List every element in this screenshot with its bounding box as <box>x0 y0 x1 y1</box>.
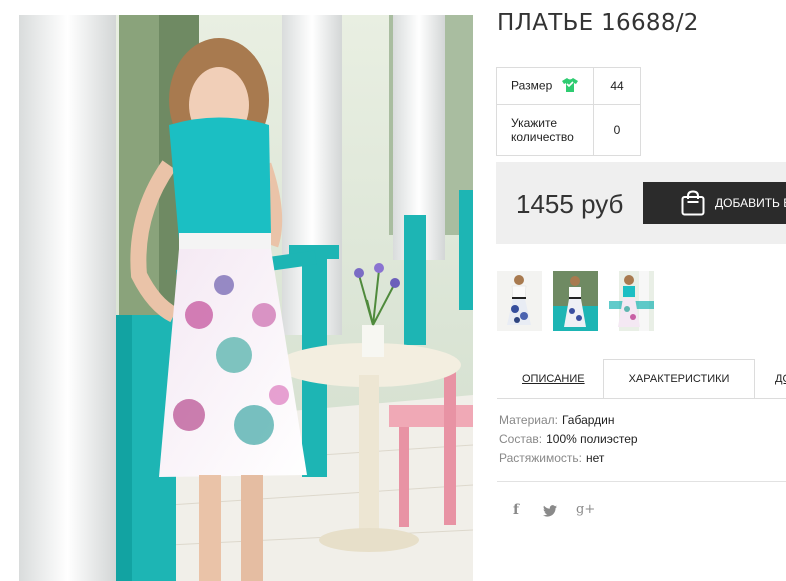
google-plus-icon[interactable]: g+ <box>576 502 595 517</box>
tab-description[interactable]: ОПИСАНИЕ <box>522 360 585 398</box>
spec-value: нет <box>586 451 605 465</box>
spec-row-material: Материал: Габардин <box>499 413 638 432</box>
spec-value: Габардин <box>561 413 615 427</box>
size-label: Размер <box>511 78 553 93</box>
product-title: ПЛАТЬЕ 16688/2 <box>497 10 699 36</box>
thumbnail-1[interactable] <box>497 271 542 331</box>
characteristics-list: Материал: Габардин Состав: 100% полиэстер … <box>499 413 638 470</box>
facebook-icon[interactable]: f <box>513 502 519 518</box>
main-product-image[interactable] <box>19 15 473 581</box>
spec-key: Растяжимость: <box>499 451 583 465</box>
thumbnail-2[interactable] <box>553 271 598 331</box>
price-amount: 1455 руб <box>516 189 624 219</box>
size-row: Размер 44 <box>496 67 641 105</box>
spec-value: 100% полиэстер <box>546 432 638 446</box>
thumbnail-3[interactable] <box>609 271 654 331</box>
tab-characteristics[interactable]: ХАРАКТЕРИСТИКИ <box>603 359 755 399</box>
price-box: 1455 руб ДОБАВИТЬ В КОРЗИНУ <box>496 162 786 244</box>
shopping-bag-icon <box>681 190 705 219</box>
add-to-cart-label: ДОБАВИТЬ В КОРЗИНУ <box>715 196 786 210</box>
size-cell: Размер <box>496 67 594 105</box>
size-value[interactable]: 44 <box>593 67 641 105</box>
spec-key: Материал: <box>499 413 558 427</box>
twitter-icon[interactable] <box>543 504 557 520</box>
quantity-value[interactable]: 0 <box>593 104 641 156</box>
quantity-label: Укажите количество <box>496 104 594 156</box>
tshirt-size-icon[interactable] <box>561 77 578 95</box>
tab-delivery[interactable]: ДОСТАВКА <box>775 360 786 398</box>
section-divider <box>497 481 786 482</box>
tabs-divider <box>497 398 786 399</box>
quantity-row: Укажите количество 0 <box>496 104 641 156</box>
spec-key: Состав: <box>499 432 543 446</box>
add-to-cart-button[interactable]: ДОБАВИТЬ В КОРЗИНУ <box>643 182 786 224</box>
product-options-table: Размер 44 Укажите количество 0 <box>496 67 641 156</box>
spec-row-composition: Состав: 100% полиэстер <box>499 432 638 451</box>
spec-row-stretch: Растяжимость: нет <box>499 451 638 470</box>
